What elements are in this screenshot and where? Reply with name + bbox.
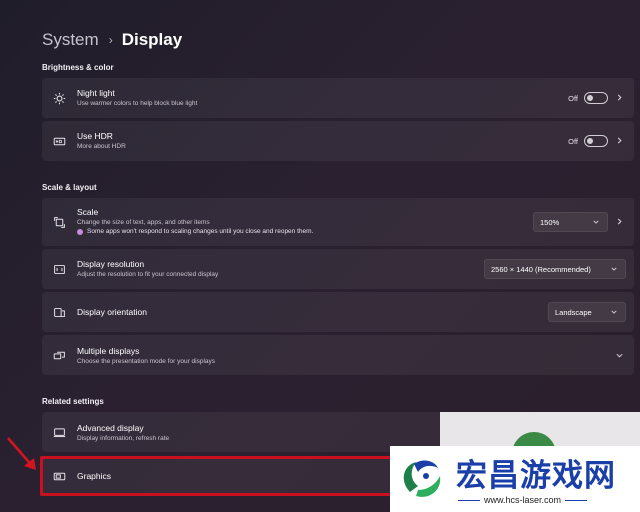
night-light-state: Off [568, 93, 578, 103]
scale-dropdown-value: 150% [540, 217, 560, 227]
hdr-title: Use HDR [77, 131, 113, 141]
chevron-right-icon [616, 136, 623, 147]
display-resolution-row[interactable]: Display resolution Adjust the resolution… [42, 249, 634, 289]
resolution-dropdown-value: 2560 × 1440 (Recommended) [491, 264, 591, 274]
brightness-icon [52, 91, 66, 105]
orientation-dropdown-value: Landscape [555, 307, 592, 317]
scale-warning: Some apps won't respond to scaling chang… [77, 227, 313, 236]
info-icon [77, 228, 83, 235]
scale-title: Scale [77, 207, 99, 217]
watermark: 宏昌游戏网 www.hcs-laser.com [390, 446, 640, 512]
chevron-right-icon [616, 93, 623, 104]
orientation-dropdown[interactable]: Landscape [548, 302, 626, 322]
resolution-icon [52, 262, 66, 276]
advanced-display-description: Display information, refresh rate [77, 435, 170, 442]
chevron-right-icon: › [108, 33, 113, 47]
watermark-url: www.hcs-laser.com [458, 495, 588, 505]
section-title-brightness: Brightness & color [42, 63, 114, 72]
resolution-title: Display resolution [77, 259, 145, 269]
orientation-icon [52, 305, 66, 319]
graphics-icon [52, 469, 66, 483]
scale-warning-text: Some apps won't respond to scaling chang… [87, 228, 314, 235]
watermark-graphic [440, 412, 640, 448]
section-title-related: Related settings [42, 397, 104, 406]
hdr-toggle[interactable] [584, 135, 608, 147]
multiple-displays-title: Multiple displays [77, 346, 140, 356]
night-light-description: Use warmer colors to help block blue lig… [77, 100, 198, 107]
night-light-row[interactable]: Night light Use warmer colors to help bl… [42, 78, 634, 118]
multiple-displays-row[interactable]: Multiple displays Choose the presentatio… [42, 335, 634, 375]
hdr-state: Off [568, 136, 578, 146]
monitor-icon [52, 425, 66, 439]
graphics-title: Graphics [77, 471, 112, 481]
hdr-icon [52, 134, 66, 148]
resolution-dropdown[interactable]: 2560 × 1440 (Recommended) [484, 259, 626, 279]
scale-row[interactable]: Scale Change the size of text, apps, and… [42, 198, 634, 246]
orientation-title: Display orientation [77, 307, 147, 317]
page-title: Display [121, 30, 183, 49]
chevron-down-icon[interactable] [616, 346, 623, 364]
scale-dropdown[interactable]: 150% [533, 212, 608, 232]
chevron-down-icon [611, 265, 617, 274]
advanced-display-title: Advanced display [77, 423, 144, 433]
hdr-row[interactable]: Use HDR More about HDR Off [42, 121, 634, 161]
multiple-displays-description: Choose the presentation mode for your di… [77, 358, 216, 365]
watermark-logo-icon [403, 460, 441, 497]
red-arrow-icon [7, 437, 36, 470]
chevron-right-icon [616, 217, 623, 228]
watermark-title: 宏昌游戏网 [456, 458, 616, 494]
breadcrumb: System › Display [42, 28, 182, 52]
chevron-down-icon [593, 218, 599, 227]
resolution-description: Adjust the resolution to fit your connec… [77, 271, 219, 278]
watermark-url-text: www.hcs-laser.com [484, 495, 562, 505]
chevron-down-icon [611, 308, 617, 317]
breadcrumb-system-link[interactable]: System [42, 30, 99, 50]
scale-description: Change the size of text, apps, and other… [77, 219, 210, 226]
multiple-displays-icon [52, 348, 66, 362]
night-light-title: Night light [77, 88, 115, 98]
section-title-scale: Scale & layout [42, 183, 97, 192]
night-light-toggle[interactable] [584, 92, 608, 104]
hdr-more-link[interactable]: More about HDR [77, 142, 126, 151]
scale-icon [52, 215, 66, 229]
display-orientation-row[interactable]: Display orientation Landscape [42, 292, 634, 332]
